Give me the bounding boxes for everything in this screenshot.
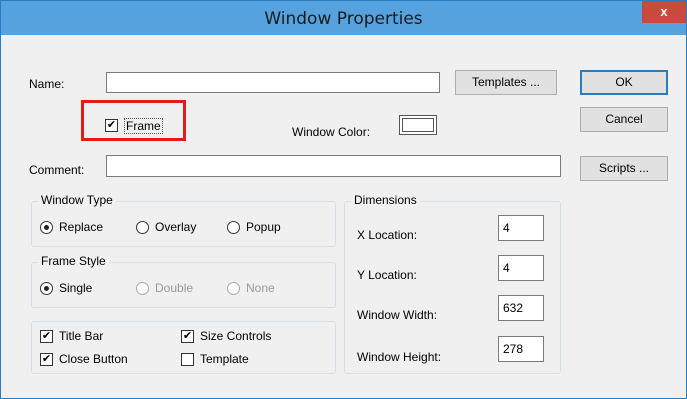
- template-checkbox[interactable]: [181, 353, 194, 366]
- close-button-checkbox[interactable]: ✔: [40, 353, 53, 366]
- radio-none[interactable]: [227, 282, 240, 295]
- window-type-group: Window Type Replace Overlay Popup: [31, 193, 336, 247]
- frame-style-group: Frame Style Single Double None: [31, 254, 336, 308]
- radio-popup[interactable]: [227, 221, 240, 234]
- radio-single[interactable]: [40, 282, 53, 295]
- checkmark-icon: ✔: [182, 330, 193, 342]
- frame-checkbox-label: Frame: [124, 118, 163, 134]
- templates-button[interactable]: Templates ...: [455, 70, 557, 95]
- radio-overlay-label: Overlay: [155, 220, 197, 234]
- window-color-label: Window Color:: [292, 125, 371, 139]
- window-color-swatch[interactable]: [399, 115, 437, 135]
- window-type-title: Window Type: [38, 193, 116, 207]
- radio-none-label: None: [246, 281, 275, 295]
- radio-replace[interactable]: [40, 221, 53, 234]
- radio-overlay[interactable]: [136, 221, 149, 234]
- close-button[interactable]: x: [642, 1, 686, 23]
- checkmark-icon: ✔: [41, 330, 52, 342]
- window-height-input[interactable]: [498, 336, 544, 362]
- window-options-group: ✔ Title Bar ✔ Size Controls ✔ Close Butt…: [31, 321, 336, 374]
- window-width-label: Window Width:: [357, 308, 438, 322]
- checkmark-icon: ✔: [41, 353, 52, 365]
- comment-input[interactable]: [106, 155, 561, 177]
- title-bar-label: Title Bar: [59, 329, 104, 343]
- radio-popup-label: Popup: [246, 220, 281, 234]
- ok-button[interactable]: OK: [580, 70, 668, 95]
- window-properties-dialog: Window Properties x Name: Templates ... …: [0, 0, 687, 399]
- x-location-label: X Location:: [357, 228, 418, 242]
- title-bar: Window Properties x: [1, 1, 686, 35]
- dialog-body: Name: Templates ... OK Cancel ✔ Frame Wi…: [10, 35, 677, 392]
- frame-checkbox[interactable]: ✔: [105, 119, 118, 132]
- window-title: Window Properties: [264, 9, 423, 29]
- size-controls-label: Size Controls: [200, 329, 272, 343]
- y-location-label: Y Location:: [357, 268, 417, 282]
- window-color-fill: [402, 118, 434, 132]
- y-location-input[interactable]: [498, 255, 544, 281]
- scripts-button[interactable]: Scripts ...: [580, 156, 668, 181]
- dimensions-title: Dimensions: [351, 193, 420, 207]
- radio-double[interactable]: [136, 282, 149, 295]
- radio-single-label: Single: [59, 281, 93, 295]
- name-label: Name:: [29, 77, 65, 91]
- radio-double-label: Double: [155, 281, 194, 295]
- template-label: Template: [200, 352, 249, 366]
- name-input[interactable]: [106, 72, 440, 93]
- size-controls-checkbox[interactable]: ✔: [181, 330, 194, 343]
- radio-replace-label: Replace: [59, 220, 104, 234]
- x-location-input[interactable]: [498, 215, 544, 241]
- window-width-input[interactable]: [498, 295, 544, 321]
- close-button-label: Close Button: [59, 352, 128, 366]
- frame-style-title: Frame Style: [38, 254, 109, 268]
- cancel-button[interactable]: Cancel: [580, 107, 668, 132]
- title-bar-checkbox[interactable]: ✔: [40, 330, 53, 343]
- dimensions-group: Dimensions X Location: Y Location: Windo…: [344, 193, 561, 374]
- window-height-label: Window Height:: [357, 350, 442, 364]
- comment-label: Comment:: [29, 163, 85, 177]
- checkmark-icon: ✔: [106, 119, 117, 131]
